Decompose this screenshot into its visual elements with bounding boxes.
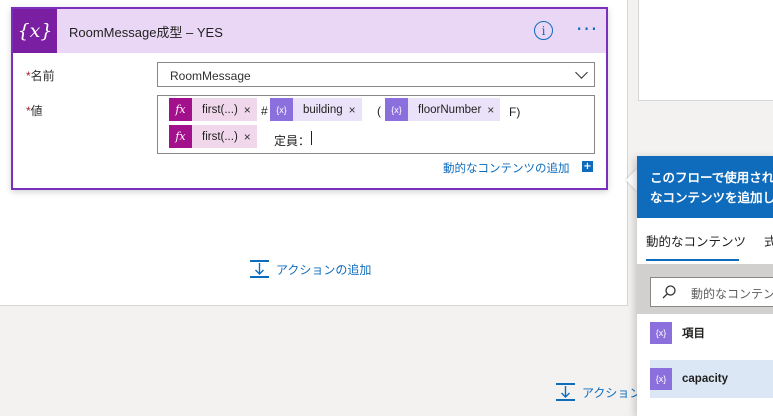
add-action-button-bottom[interactable]: アクション: [555, 382, 641, 402]
name-field-label: *名前: [26, 67, 55, 84]
dynamic-content-search-input[interactable]: 動的なコンテンツ: [650, 277, 773, 307]
value-input[interactable]: fx first(...) × # {x} building × ( {x} f…: [157, 95, 595, 154]
variable-icon: {x}: [385, 98, 408, 121]
adjacent-card-edge: [638, 0, 773, 101]
add-action-label: アクションの追加: [276, 262, 372, 277]
add-action-label: アクション: [582, 385, 642, 400]
item-label: capacity: [682, 373, 729, 385]
tab-expression[interactable]: 式: [764, 231, 773, 250]
add-dynamic-content-link[interactable]: 動的なコンテンツの追加: [443, 160, 570, 176]
plus-icon[interactable]: +: [582, 161, 593, 172]
literal-text: 定員：: [274, 134, 311, 148]
dynamic-content-item-capacity[interactable]: {x} capacity: [650, 360, 773, 398]
card-title[interactable]: RoomMessage成型 – YES: [69, 22, 223, 41]
token-label: first(...): [202, 130, 238, 143]
dynamic-content-item-koumoku[interactable]: {x} 項目: [650, 314, 773, 352]
card-header[interactable]: {x} RoomMessage成型 – YES i ···: [13, 9, 606, 53]
flyout-header-line: なコンテンツを追加し: [650, 190, 773, 205]
remove-token-icon[interactable]: ×: [244, 103, 257, 117]
variable-icon: {x}: [13, 9, 57, 53]
name-label-text: 名前: [30, 69, 55, 83]
expression-token-first[interactable]: fx first(...) ×: [169, 125, 257, 148]
text-caret: [311, 131, 312, 145]
variable-icon: {x}: [270, 98, 293, 121]
fx-icon: fx: [169, 125, 192, 148]
item-label: 項目: [682, 328, 705, 340]
fx-icon: fx: [169, 98, 192, 121]
action-card-roommessage[interactable]: {x} RoomMessage成型 – YES i ··· *名前 RoomMe…: [11, 7, 608, 190]
token-label: building: [303, 103, 343, 116]
literal-text: F): [509, 105, 521, 119]
variable-icon: {x}: [650, 368, 672, 390]
dynamic-token-floornumber[interactable]: {x} floorNumber ×: [385, 98, 501, 121]
variable-icon: {x}: [650, 322, 672, 344]
remove-token-icon[interactable]: ×: [244, 130, 257, 144]
flyout-header-line: このフローで使用され: [650, 170, 773, 185]
search-placeholder: 動的なコンテンツ: [691, 287, 773, 301]
name-dropdown[interactable]: RoomMessage: [157, 62, 595, 87]
expression-token-first[interactable]: fx first(...) ×: [169, 98, 257, 121]
info-icon[interactable]: i: [534, 21, 553, 40]
token-label: floorNumber: [418, 103, 482, 116]
insert-action-icon: [250, 260, 269, 278]
dynamic-content-flyout[interactable]: このフローで使用され なコンテンツを追加し 動的なコンテンツ 式 動的なコンテン…: [637, 156, 773, 416]
flyout-header: このフローで使用され なコンテンツを追加し: [637, 156, 773, 218]
name-dropdown-value: RoomMessage: [170, 69, 251, 83]
literal-text: #: [261, 104, 268, 118]
remove-token-icon[interactable]: ×: [349, 103, 362, 117]
value-field-label: *値: [26, 102, 43, 119]
search-icon: [662, 285, 676, 299]
active-tab-indicator: [646, 259, 739, 261]
tab-dynamic-content[interactable]: 動的なコンテンツ: [646, 231, 746, 250]
chevron-down-icon[interactable]: [575, 66, 588, 79]
remove-token-icon[interactable]: ×: [487, 103, 500, 117]
insert-action-icon: [556, 383, 575, 401]
more-options-icon[interactable]: ···: [576, 17, 598, 41]
add-action-button[interactable]: アクションの追加: [249, 259, 371, 279]
literal-text: (: [377, 104, 381, 118]
value-label-text: 値: [30, 104, 43, 118]
token-label: first(...): [202, 103, 238, 116]
dynamic-token-building[interactable]: {x} building ×: [270, 98, 362, 121]
